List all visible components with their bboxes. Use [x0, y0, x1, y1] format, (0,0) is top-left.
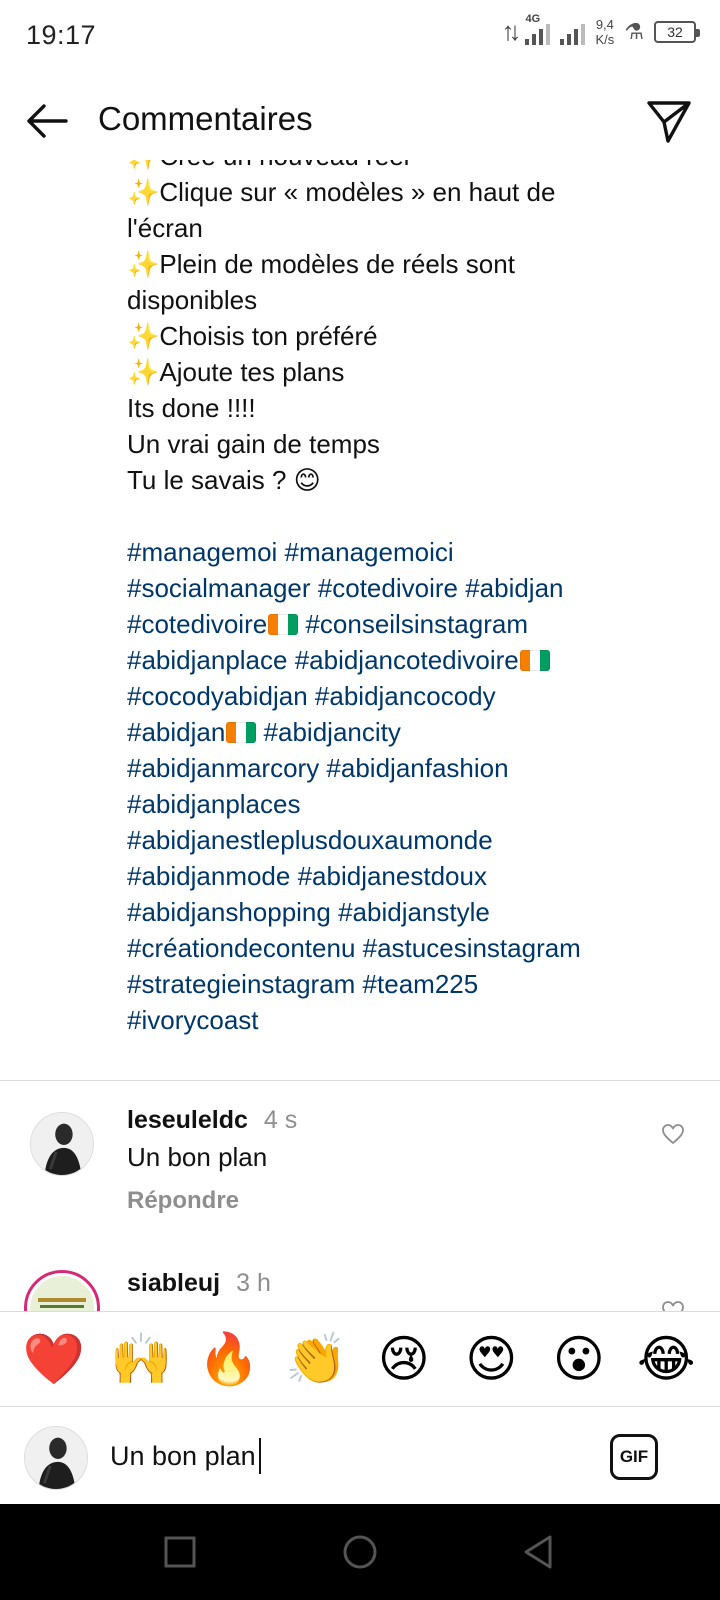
- caption-line: Un vrai gain de temps: [127, 429, 380, 459]
- paper-plane-icon: [647, 101, 691, 143]
- comment-username[interactable]: leseuleldc 4 s: [127, 1106, 297, 1135]
- arrow-left-icon: [27, 104, 68, 138]
- hashtag-line[interactable]: #managemoi #managemoici: [127, 534, 707, 570]
- user-avatar-icon: [25, 1427, 87, 1489]
- hashtag-line[interactable]: #abidjanestleplusdouxaumonde: [127, 822, 707, 858]
- hashtag-line[interactable]: #abidjanmode #abidjanestdoux: [127, 858, 707, 894]
- hashtag-line[interactable]: #abidjan #abidjancity: [127, 714, 707, 750]
- signal-icon: [560, 19, 586, 45]
- header: Commentaires: [0, 80, 720, 160]
- hashtag-line[interactable]: #cotedivoire #conseilsinstagram: [127, 606, 707, 642]
- caption-line: disponibles: [127, 285, 258, 315]
- caption-line: ✨Crée un nouveau reel: [127, 160, 707, 174]
- hashtag-line[interactable]: #créationdecontenu #astucesinstagram: [127, 930, 707, 966]
- hashtag-line[interactable]: #abidjanplaces: [127, 786, 707, 822]
- battery-icon: 32: [654, 20, 700, 43]
- user-avatar-icon: [30, 1276, 94, 1311]
- user-avatar-icon: [31, 1113, 93, 1175]
- heart-outline-icon[interactable]: [660, 1298, 686, 1311]
- status-bar: 19:17 ↑↓ 4G 9,4 K/s ⚗ 32: [0, 0, 720, 72]
- status-indicators: ↑↓ 4G 9,4 K/s ⚗ 32: [501, 13, 700, 47]
- reply-button[interactable]: Répondre: [127, 1187, 239, 1215]
- page-title: Commentaires: [98, 100, 313, 137]
- triangle-back-icon[interactable]: [518, 1532, 558, 1572]
- hashtag-line[interactable]: #abidjanshopping #abidjanstyle: [127, 894, 707, 930]
- hashtag-line[interactable]: #abidjanplace #abidjancotedivoire: [127, 642, 707, 678]
- hashtag-line[interactable]: #socialmanager #cotedivoire #abidjan: [127, 570, 707, 606]
- signal-4g-icon: 4G: [525, 13, 551, 45]
- clapping-emoji-button[interactable]: 👏: [282, 1329, 350, 1389]
- avatar[interactable]: [30, 1112, 94, 1176]
- battery-level: 32: [667, 23, 683, 40]
- crying-emoji-button[interactable]: 😢: [370, 1329, 438, 1389]
- post-caption: ✨Crée un nouveau reel ✨Clique sur « modè…: [0, 160, 720, 1075]
- caption-line: ✨Plein de modèles de réels sont: [127, 249, 515, 279]
- status-time: 19:17: [26, 20, 97, 50]
- heart-eyes-emoji-button[interactable]: 😍: [457, 1329, 525, 1389]
- caption-line: ✨Ajoute tes plans: [127, 357, 345, 387]
- hashtag-line[interactable]: #abidjanmarcory #abidjanfashion: [127, 750, 707, 786]
- comment-item: leseuleldc 4 s Un bon plan Répondre: [0, 1080, 720, 1250]
- hashtag-line[interactable]: #cocodyabidjan #abidjancocody: [127, 678, 707, 714]
- ivory-coast-flag-icon: [519, 650, 550, 671]
- raising-hands-emoji-button[interactable]: 🙌: [107, 1329, 175, 1389]
- heart-outline-icon[interactable]: [660, 1121, 686, 1147]
- hashtag-list: #managemoi #managemoici #socialmanager #…: [127, 534, 707, 1038]
- hashtag-line[interactable]: #ivorycoast: [127, 1002, 707, 1038]
- caption-line: Tu le savais ? 😊: [127, 465, 321, 495]
- comment-time: 4 s: [263, 1106, 298, 1134]
- net-speed: 9,4 K/s: [595, 16, 615, 47]
- text-caret: [258, 1438, 261, 1474]
- ivory-coast-flag-icon: [226, 722, 257, 743]
- comment-time: 3 h: [236, 1269, 271, 1297]
- network-type: 4G: [525, 12, 541, 25]
- surprised-emoji-button[interactable]: 😮: [545, 1329, 613, 1389]
- comment-item: siableuj 3 h: [0, 1250, 720, 1311]
- ivory-coast-flag-icon: [268, 614, 299, 635]
- circle-icon[interactable]: [340, 1532, 380, 1572]
- heart-emoji-button[interactable]: ❤️: [20, 1329, 88, 1389]
- laughing-emoji-button[interactable]: 😂: [632, 1329, 700, 1389]
- comment-username[interactable]: siableuj 3 h: [127, 1269, 271, 1298]
- comment-input-value[interactable]: Un bon plan: [110, 1441, 256, 1472]
- fire-emoji-button[interactable]: 🔥: [195, 1329, 263, 1389]
- comment-text: Un bon plan: [127, 1142, 268, 1172]
- back-button[interactable]: [22, 96, 72, 146]
- caption-line: l'écran: [127, 213, 203, 243]
- caption-line: ✨Choisis ton préféré: [127, 321, 378, 351]
- caption-line: ✨Clique sur « modèles » en haut de: [127, 177, 556, 207]
- flask-icon: ⚗: [624, 18, 644, 44]
- caption-text: ✨Crée un nouveau reel ✨Clique sur « modè…: [127, 160, 707, 1038]
- system-nav-bar: [0, 1504, 720, 1600]
- comment-input[interactable]: Un bon plan: [110, 1433, 590, 1479]
- hashtag-line[interactable]: #strategieinstagram #team225: [127, 966, 707, 1002]
- data-transfer-icon: ↑↓: [501, 16, 521, 46]
- share-button[interactable]: [644, 96, 694, 146]
- gif-button[interactable]: GIF: [610, 1434, 658, 1480]
- emoji-quick-reactions: ❤️ 🙌 🔥 👏 😢 😍 😮 😂: [0, 1311, 720, 1407]
- square-icon[interactable]: [160, 1532, 200, 1572]
- avatar[interactable]: [24, 1270, 100, 1311]
- avatar: [24, 1426, 88, 1490]
- caption-line: Its done !!!!: [127, 393, 256, 423]
- comment-composer: Un bon plan GIF: [0, 1408, 720, 1504]
